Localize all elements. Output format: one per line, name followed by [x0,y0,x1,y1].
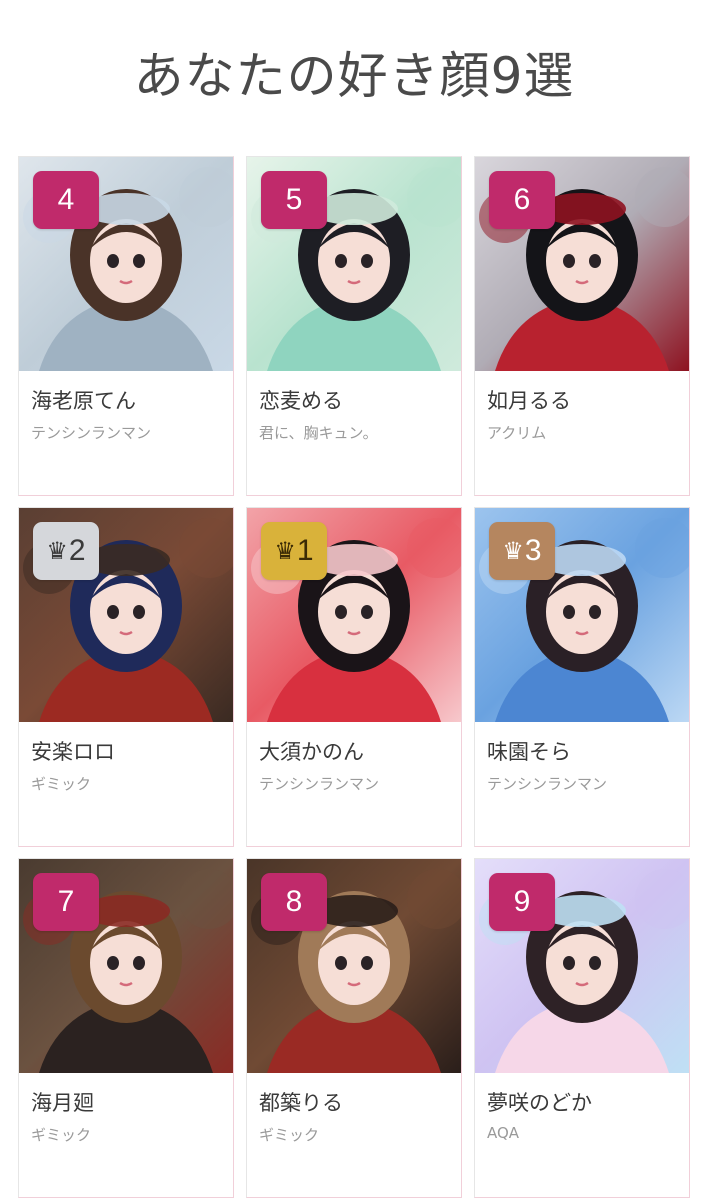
idol-group: テンシンランマン [31,424,152,442]
rank-badge: ♛ 3 [489,522,555,580]
idol-card[interactable]: ♛ 3 味園そらテンシンランマン [474,507,690,847]
idol-name: 海月廻 [31,1091,94,1115]
idol-name: 海老原てん [31,389,136,413]
rank-badge: 7 [33,873,99,931]
idol-card[interactable]: 5 恋麦める君に、胸キュン。 [246,156,462,496]
idol-group: ギミック [31,775,92,793]
rank-badge: 4 [33,171,99,229]
crown-icon: ♛ [502,537,524,565]
idol-group: 君に、胸キュン。 [259,424,378,442]
crown-icon: ♛ [46,537,68,565]
idol-card[interactable]: ♛ 2 安楽ロロギミック [18,507,234,847]
idol-group: AQA [487,1124,520,1142]
idol-group: ギミック [31,1126,92,1144]
rank-badge: 5 [261,171,327,229]
idol-group: アクリム [487,424,547,442]
idol-name: 如月るる [487,389,571,413]
rank-number: 4 [57,183,75,216]
idol-group: テンシンランマン [487,775,608,793]
idol-card[interactable]: 6 如月るるアクリム [474,156,690,496]
idol-card[interactable]: ♛ 1 大須かのんテンシンランマン [246,507,462,847]
idol-card[interactable]: 8 都築りるギミック [246,858,462,1198]
rank-number: 3 [524,534,542,567]
rank-number: 1 [296,534,314,567]
idol-group: テンシンランマン [259,775,380,793]
rank-badge: 9 [489,873,555,931]
idol-name: 夢咲のどか [487,1091,592,1115]
idol-card[interactable]: 7 海月廻ギミック [18,858,234,1198]
idol-name: 安楽ロロ [31,740,115,764]
rank-number: 7 [57,885,75,918]
rank-number: 5 [285,183,303,216]
rank-number: 8 [285,885,303,918]
page-title: あなたの好き顔9選 [133,47,575,105]
rank-badge: ♛ 2 [33,522,99,580]
rank-number: 6 [513,183,531,216]
idol-name: 大須かのん [259,740,364,764]
idol-card[interactable]: 9 夢咲のどか AQA [474,858,690,1198]
idol-group: ギミック [259,1126,320,1144]
idol-name: 都築りる [259,1091,343,1115]
idol-card[interactable]: 4 海老原てんテンシンランマン [18,156,234,496]
crown-icon: ♛ [274,537,296,565]
rank-badge: 6 [489,171,555,229]
idol-name: 味園そら [487,740,571,764]
rank-badge: 8 [261,873,327,931]
rank-badge: ♛ 1 [261,522,327,580]
rank-number: 9 [513,885,531,918]
idol-name: 恋麦める [259,389,343,413]
rank-number: 2 [68,534,86,567]
